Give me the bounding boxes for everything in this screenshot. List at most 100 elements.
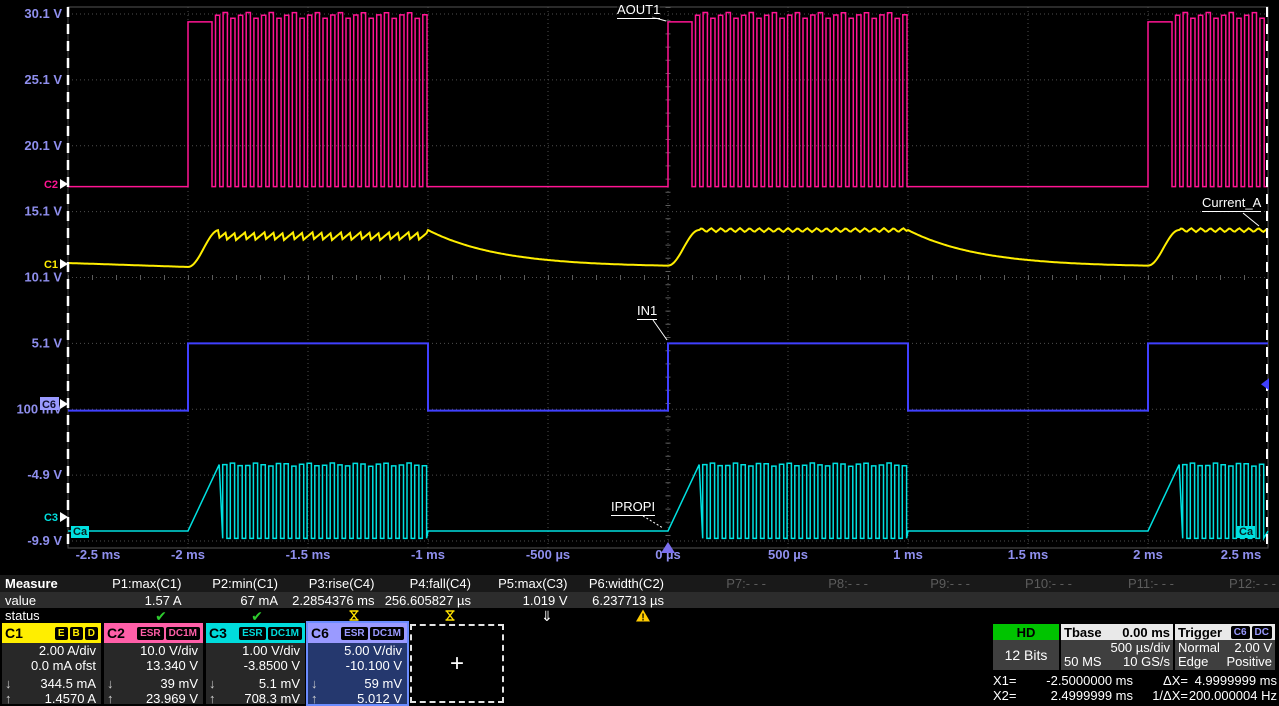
cursor-readout: X1= -2.5000000 ms ΔX= 4.9999999 ms X2= 2… bbox=[993, 673, 1277, 703]
trace-in1[interactable] bbox=[68, 343, 1268, 410]
channel-min-value: 59 mV bbox=[364, 676, 402, 691]
hd-mode-box[interactable]: HD 12 Bits bbox=[993, 624, 1059, 670]
channel-descriptor-c6[interactable]: C6ESRDC1M5.00 V/div-10.100 V↓59 mV↑5.012… bbox=[308, 623, 407, 704]
waveform-display[interactable]: 30.1 V25.1 V20.1 V15.1 V10.1 V5.1 V100 m… bbox=[0, 0, 1279, 572]
hd-mode-label: HD bbox=[993, 624, 1059, 640]
measure-label-p4[interactable]: P4:fall(C4) bbox=[378, 576, 475, 591]
trigger-box[interactable]: Trigger C6 DC Normal 2.00 V Edge Positiv… bbox=[1175, 624, 1275, 670]
x-axis-tick-label: 500 µs bbox=[768, 547, 808, 562]
measure-label-p3[interactable]: P3:rise(C4) bbox=[281, 576, 378, 591]
channel-marker-C2: C2 bbox=[44, 179, 58, 191]
channel-id-c3: C3 bbox=[209, 625, 227, 641]
add-trace-button[interactable]: + bbox=[410, 624, 504, 703]
cursor-x2-value: 2.4999999 ms bbox=[1029, 688, 1133, 703]
cursor-invdx-value: 200.000004 Hz bbox=[1188, 688, 1277, 703]
channel-min-value: 344.5 mA bbox=[40, 676, 96, 691]
channel-badge-dc1m: DC1M bbox=[166, 627, 200, 640]
trigger-coupling-badge: DC bbox=[1252, 626, 1272, 639]
measure-status-p11 bbox=[1161, 608, 1177, 623]
measure-label-p1[interactable]: P1:max(C1) bbox=[88, 576, 185, 591]
measure-label-p7[interactable]: P7:- - - bbox=[667, 576, 769, 591]
cursor-dx-label: ΔX= bbox=[1133, 673, 1188, 688]
measure-label-p10[interactable]: P10:- - - bbox=[973, 576, 1075, 591]
leader-in1 bbox=[653, 320, 667, 340]
measure-status-p3-pending-icon bbox=[346, 608, 378, 623]
channel-marker-C1: C1 bbox=[44, 259, 58, 271]
trace-label-ipropi: IPROPI bbox=[611, 500, 655, 516]
measure-status-p6-warning-icon: ! bbox=[635, 608, 667, 623]
measure-label-p2[interactable]: P2:min(C1) bbox=[185, 576, 282, 591]
cursor-x1-value: -2.5000000 ms bbox=[1029, 673, 1133, 688]
trace-aout1[interactable] bbox=[68, 13, 1268, 187]
channel-badge-d: D bbox=[85, 627, 98, 640]
measure-value-p1: 1.57 A bbox=[88, 593, 185, 608]
trace-label-aout1: AOUT1 bbox=[617, 3, 660, 19]
channel-marker-C3: C3 bbox=[44, 512, 58, 524]
channel-badge-e: E bbox=[55, 627, 68, 640]
arrow-up-icon: ↑ bbox=[107, 691, 114, 706]
measure-status-p12 bbox=[1263, 608, 1279, 623]
arrow-down-icon: ↓ bbox=[5, 676, 12, 691]
channel-marker-C6: C6 bbox=[42, 399, 56, 411]
channel-badge-dc1m: DC1M bbox=[370, 627, 404, 640]
y-axis-tick-label: 25.1 V bbox=[24, 72, 62, 87]
measure-value-p2: 67 mA bbox=[185, 593, 282, 608]
measure-label-p8[interactable]: P8:- - - bbox=[769, 576, 871, 591]
arrow-down-icon: ↓ bbox=[107, 676, 114, 691]
channel-scale: 10.0 V/div bbox=[104, 643, 203, 658]
trigger-mode: Normal bbox=[1178, 641, 1220, 655]
measure-label-p9[interactable]: P9:- - - bbox=[871, 576, 973, 591]
measure-value-p5: 1.019 V bbox=[474, 593, 571, 608]
timebase-samples: 50 MS bbox=[1064, 655, 1102, 669]
cursor-x1-label: X1= bbox=[993, 673, 1029, 688]
trigger-type: Edge bbox=[1178, 655, 1208, 669]
x-axis-tick-label: -1 ms bbox=[411, 547, 445, 562]
measure-label-p6[interactable]: P6:width(C2) bbox=[571, 576, 668, 591]
channel-badge-esr: ESR bbox=[137, 627, 164, 640]
channel-offset: 13.340 V bbox=[104, 658, 203, 673]
timebase-label: Tbase bbox=[1064, 625, 1102, 640]
svg-text:✔: ✔ bbox=[155, 609, 167, 623]
hd-bits-value: 12 Bits bbox=[993, 640, 1059, 670]
trace-edge-tag-left: Ca bbox=[71, 526, 89, 538]
channel-badge-esr: ESR bbox=[239, 627, 266, 640]
trace-label-in1: IN1 bbox=[637, 304, 657, 320]
channel-descriptor-c1[interactable]: C1EBD2.00 A/div0.0 mA ofst↓344.5 mA↑1.45… bbox=[2, 623, 101, 704]
y-axis-tick-label: -4.9 V bbox=[27, 467, 62, 482]
measure-status-p4-pending-icon bbox=[442, 608, 474, 623]
timebase-rate: 10 GS/s bbox=[1123, 655, 1170, 669]
channel-scale: 5.00 V/div bbox=[308, 643, 407, 658]
trigger-slope: Positive bbox=[1226, 655, 1272, 669]
x-axis-tick-label: -1.5 ms bbox=[286, 547, 331, 562]
measure-status-p2-check-icon: ✔ bbox=[249, 608, 281, 623]
timebase-box[interactable]: Tbase 0.00 ms 500 µs/div 50 MS 10 GS/s bbox=[1061, 624, 1173, 670]
x-axis-tick-label: 1.5 ms bbox=[1008, 547, 1048, 562]
y-axis-tick-label: 30.1 V bbox=[24, 6, 62, 21]
trigger-source-badge: C6 bbox=[1231, 626, 1250, 639]
measure-label-p5[interactable]: P5:max(C3) bbox=[474, 576, 571, 591]
arrow-down-icon: ↓ bbox=[311, 676, 318, 691]
x-axis-tick-label: -500 µs bbox=[526, 547, 570, 562]
channel-descriptor-c2[interactable]: C2ESRDC1M10.0 V/div13.340 V↓39 mV↑23.969… bbox=[104, 623, 203, 704]
arrow-down-icon: ↓ bbox=[209, 676, 216, 691]
arrow-up-icon: ↑ bbox=[209, 691, 216, 706]
channel-max-value: 5.012 V bbox=[357, 691, 402, 706]
x-axis-tick-label: 2 ms bbox=[1133, 547, 1163, 562]
measure-status-p10 bbox=[1059, 608, 1075, 623]
measure-value-p6: 6.237713 µs bbox=[571, 593, 668, 608]
trigger-level-marker[interactable] bbox=[1261, 378, 1269, 390]
channel-descriptor-c3[interactable]: C3ESRDC1M1.00 V/div-3.8500 V↓5.1 mV↑708.… bbox=[206, 623, 305, 704]
leader-ipropi bbox=[643, 516, 663, 528]
arrow-up-icon: ↑ bbox=[311, 691, 318, 706]
measure-status-p1-check-icon: ✔ bbox=[153, 608, 185, 623]
x-axis-tick-label: 2.5 ms bbox=[1221, 547, 1261, 562]
svg-text:⇓: ⇓ bbox=[541, 609, 553, 623]
oscilloscope-screen: { "plot": { "edge_tag_left": "Ca", "edge… bbox=[0, 0, 1279, 706]
trigger-level: 2.00 V bbox=[1234, 641, 1272, 655]
measure-label-p11[interactable]: P11:- - - bbox=[1075, 576, 1177, 591]
channel-id-c6: C6 bbox=[311, 625, 329, 641]
measure-row-label: Measure bbox=[0, 576, 88, 591]
channel-max-value: 1.4570 A bbox=[45, 691, 96, 706]
measure-label-p12[interactable]: P12:- - - bbox=[1177, 576, 1279, 591]
arrow-up-icon: ↑ bbox=[5, 691, 12, 706]
